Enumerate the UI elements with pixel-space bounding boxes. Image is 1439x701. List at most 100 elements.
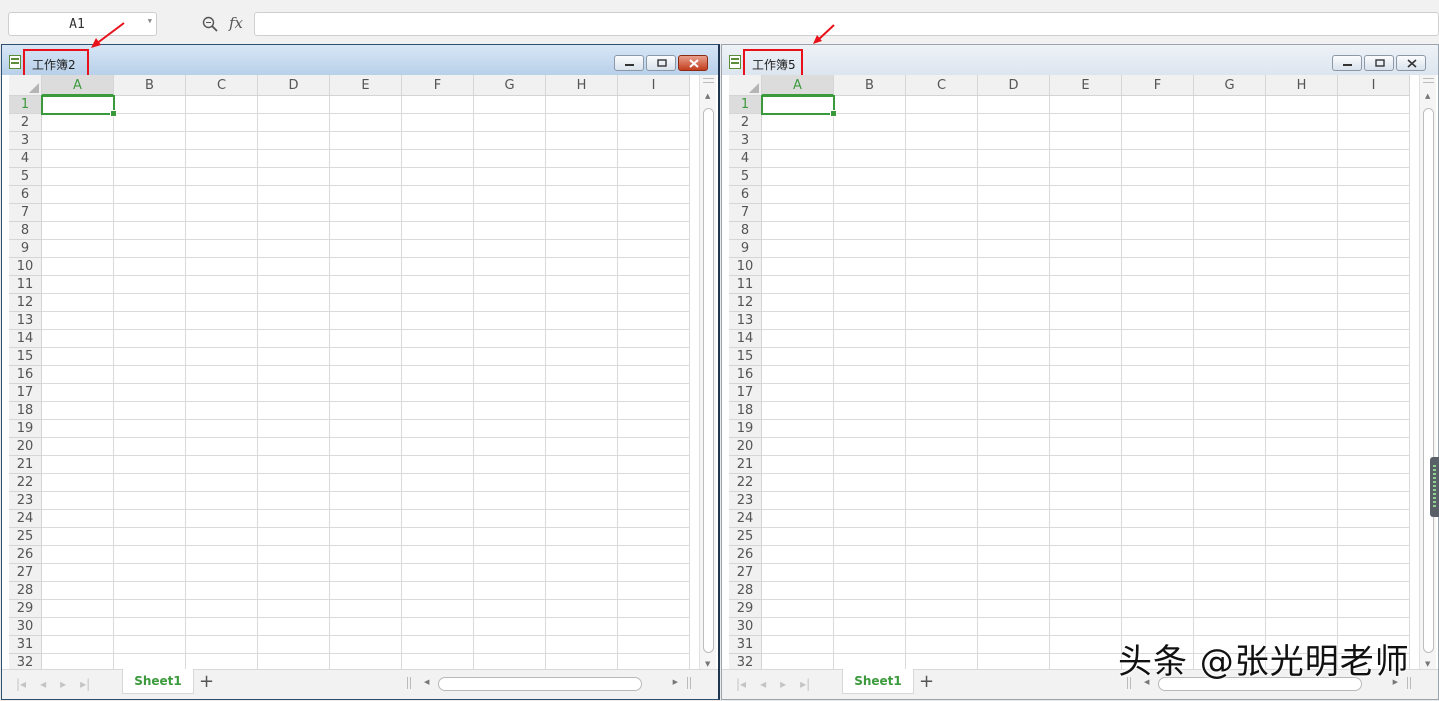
row-header-31[interactable]: 31 (9, 636, 42, 654)
row-header-25[interactable]: 25 (9, 528, 42, 546)
restore-button[interactable] (646, 55, 676, 71)
column-header-e[interactable]: E (1050, 75, 1122, 96)
last-sheet-icon[interactable]: ▸| (800, 677, 810, 691)
select-all-corner[interactable] (729, 75, 762, 96)
vertical-scroll-thumb[interactable] (703, 108, 714, 653)
row-header-19[interactable]: 19 (729, 420, 762, 438)
row-header-24[interactable]: 24 (9, 510, 42, 528)
row-header-5[interactable]: 5 (9, 168, 42, 186)
row-header-26[interactable]: 26 (9, 546, 42, 564)
row-header-11[interactable]: 11 (729, 276, 762, 294)
cells-area[interactable] (762, 96, 1410, 672)
minimize-button[interactable] (614, 55, 644, 71)
hscroll-divider[interactable] (407, 677, 411, 689)
row-header-25[interactable]: 25 (729, 528, 762, 546)
row-header-22[interactable]: 22 (9, 474, 42, 492)
row-header-29[interactable]: 29 (729, 600, 762, 618)
name-box-dropdown-icon[interactable]: ▼ (148, 17, 152, 25)
row-header-15[interactable]: 15 (729, 348, 762, 366)
vertical-scrollbar[interactable]: ▲ ▼ (1419, 75, 1436, 671)
scroll-down-icon[interactable]: ▼ (705, 660, 710, 668)
magnifier-icon[interactable] (202, 16, 218, 32)
add-sheet-button[interactable]: + (199, 673, 214, 691)
row-header-31[interactable]: 31 (729, 636, 762, 654)
row-header-21[interactable]: 21 (9, 456, 42, 474)
row-header-14[interactable]: 14 (9, 330, 42, 348)
prev-sheet-icon[interactable]: ◂ (40, 677, 46, 691)
last-sheet-icon[interactable]: ▸| (80, 677, 90, 691)
column-header-i[interactable]: I (618, 75, 690, 96)
row-header-1[interactable]: 1 (729, 96, 762, 114)
column-header-b[interactable]: B (114, 75, 186, 96)
column-header-c[interactable]: C (186, 75, 258, 96)
row-header-19[interactable]: 19 (9, 420, 42, 438)
horizontal-scroll-thumb[interactable] (438, 677, 642, 691)
column-header-d[interactable]: D (258, 75, 330, 96)
row-header-30[interactable]: 30 (9, 618, 42, 636)
row-header-15[interactable]: 15 (9, 348, 42, 366)
row-header-23[interactable]: 23 (729, 492, 762, 510)
column-header-d[interactable]: D (978, 75, 1050, 96)
column-header-f[interactable]: F (1122, 75, 1194, 96)
row-header-24[interactable]: 24 (729, 510, 762, 528)
row-header-27[interactable]: 27 (729, 564, 762, 582)
horizontal-scrollbar[interactable]: ◀ ▶ (420, 677, 682, 691)
next-sheet-icon[interactable]: ▸ (60, 677, 66, 691)
first-sheet-icon[interactable]: |◂ (736, 677, 746, 691)
prev-sheet-icon[interactable]: ◂ (760, 677, 766, 691)
column-header-b[interactable]: B (834, 75, 906, 96)
column-header-h[interactable]: H (546, 75, 618, 96)
scroll-right-icon[interactable]: ▶ (673, 678, 678, 686)
first-sheet-icon[interactable]: |◂ (16, 677, 26, 691)
row-header-10[interactable]: 10 (729, 258, 762, 276)
row-header-26[interactable]: 26 (729, 546, 762, 564)
row-header-22[interactable]: 22 (729, 474, 762, 492)
row-header-27[interactable]: 27 (9, 564, 42, 582)
row-header-1[interactable]: 1 (9, 96, 42, 114)
fx-button[interactable]: fx (229, 14, 243, 32)
row-header-4[interactable]: 4 (9, 150, 42, 168)
column-header-c[interactable]: C (906, 75, 978, 96)
active-cell[interactable] (761, 95, 837, 117)
next-sheet-icon[interactable]: ▸ (780, 677, 786, 691)
row-header-3[interactable]: 3 (9, 132, 42, 150)
name-box[interactable]: A1 ▼ (8, 12, 157, 36)
vertical-scrollbar[interactable]: ▲ ▼ (699, 75, 716, 671)
row-header-18[interactable]: 18 (729, 402, 762, 420)
row-header-20[interactable]: 20 (9, 438, 42, 456)
scroll-left-icon[interactable]: ◀ (424, 678, 429, 686)
row-header-16[interactable]: 16 (9, 366, 42, 384)
close-button[interactable] (678, 55, 708, 71)
row-header-8[interactable]: 8 (729, 222, 762, 240)
column-header-h[interactable]: H (1266, 75, 1338, 96)
row-header-13[interactable]: 13 (729, 312, 762, 330)
split-handle[interactable] (703, 78, 714, 83)
scroll-up-icon[interactable]: ▲ (705, 92, 710, 100)
row-header-2[interactable]: 2 (9, 114, 42, 132)
row-header-11[interactable]: 11 (9, 276, 42, 294)
column-header-a[interactable]: A (42, 75, 114, 96)
restore-button[interactable] (1364, 55, 1394, 71)
column-header-e[interactable]: E (330, 75, 402, 96)
row-header-17[interactable]: 17 (9, 384, 42, 402)
row-header-28[interactable]: 28 (729, 582, 762, 600)
vertical-scroll-thumb[interactable] (1423, 108, 1434, 653)
row-header-28[interactable]: 28 (9, 582, 42, 600)
hscroll-end-divider[interactable] (687, 677, 691, 689)
row-header-9[interactable]: 9 (9, 240, 42, 258)
row-header-12[interactable]: 12 (729, 294, 762, 312)
row-header-9[interactable]: 9 (729, 240, 762, 258)
sheet-tab-sheet1[interactable]: Sheet1 (842, 669, 914, 694)
side-panel-handle[interactable] (1430, 457, 1439, 517)
row-header-12[interactable]: 12 (9, 294, 42, 312)
row-header-13[interactable]: 13 (9, 312, 42, 330)
row-header-4[interactable]: 4 (729, 150, 762, 168)
row-header-6[interactable]: 6 (729, 186, 762, 204)
add-sheet-button[interactable]: + (919, 673, 934, 691)
sheet-tab-sheet1[interactable]: Sheet1 (122, 669, 194, 694)
row-header-23[interactable]: 23 (9, 492, 42, 510)
row-header-7[interactable]: 7 (9, 204, 42, 222)
minimize-button[interactable] (1332, 55, 1362, 71)
row-header-10[interactable]: 10 (9, 258, 42, 276)
row-header-7[interactable]: 7 (729, 204, 762, 222)
